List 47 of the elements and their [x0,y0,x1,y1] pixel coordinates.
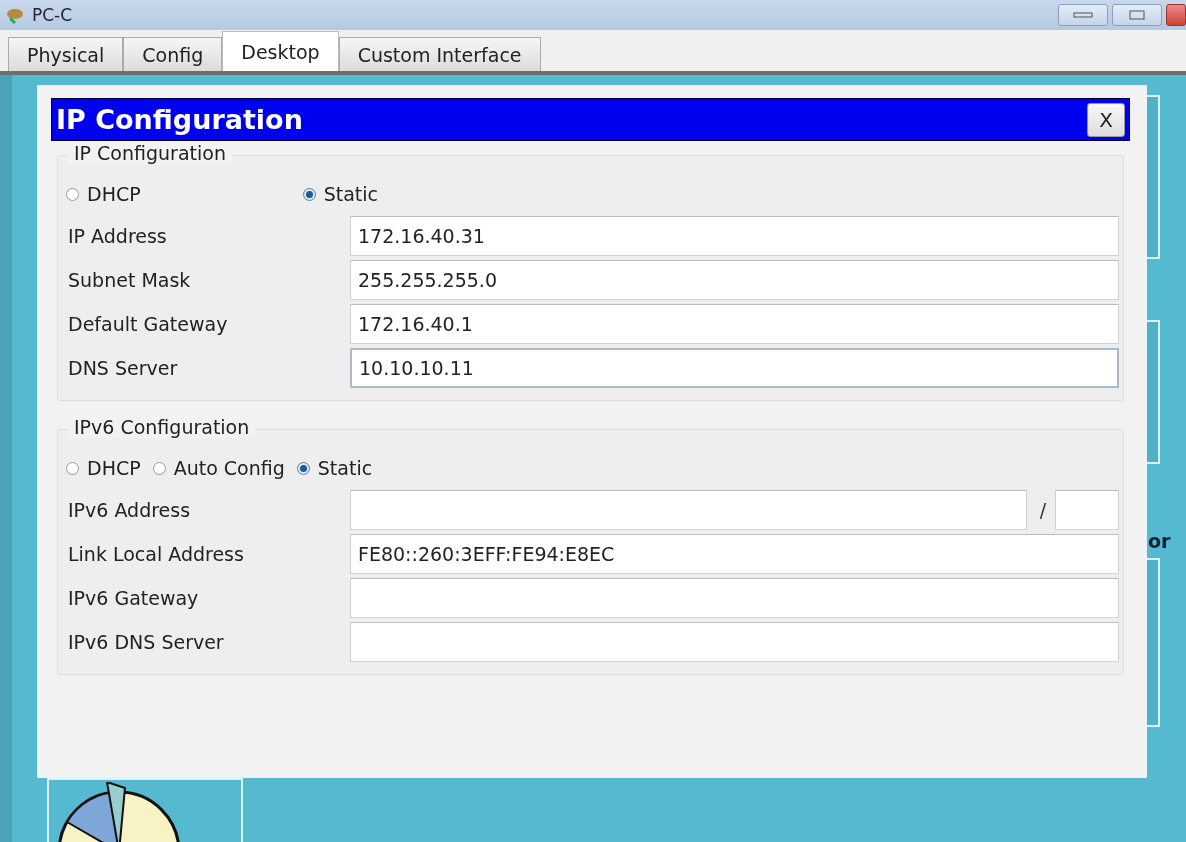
radio-label[interactable]: Static [323,183,378,205]
input-field[interactable] [350,578,1119,618]
input-field[interactable]: 172.16.40.1 [350,304,1119,344]
radio-label[interactable]: DHCP [87,183,141,205]
separator-label: / [1038,499,1048,521]
input-field[interactable]: 172.16.40.31 [350,216,1119,256]
input-field[interactable] [350,622,1119,662]
close-button[interactable]: X [1087,102,1125,137]
desktop-icon-tile[interactable] [1147,95,1160,259]
window-title: PC-C [32,5,73,25]
radio-button[interactable] [66,187,79,201]
field-label: IPv6 DNS Server [68,631,225,653]
group-legend: IPv6 Configuration [68,416,256,438]
field-label: IPv6 Gateway [68,587,200,609]
tab[interactable]: Desktop [222,31,339,71]
input-field[interactable]: FE80::260:3EFF:FE94:E8EC [350,534,1119,574]
radio-button[interactable] [66,461,79,475]
field-label: Default Gateway [68,313,229,335]
tab[interactable]: Config [123,37,223,71]
field-label: Link Local Address [68,543,245,565]
minimize-icon [1073,11,1093,19]
dialog-title: IP Configuration [56,104,304,135]
field-label: DNS Server [68,357,179,379]
input-field[interactable]: 10.10.10.11 [350,348,1119,388]
field-label: IPv6 Address [68,499,192,521]
input-field[interactable] [350,490,1027,530]
tab[interactable]: Custom Interface [338,37,541,71]
radio-button[interactable] [152,461,166,475]
icon-label: or [1148,530,1171,552]
prefix-field[interactable] [1055,490,1119,530]
field-label: Subnet Mask [68,269,192,291]
radio-button[interactable] [302,187,316,201]
pie-chart-icon [57,782,181,842]
field-label: IP Address [68,225,168,247]
desktop-icon-tile[interactable] [1147,320,1160,464]
desktop-icon-tile[interactable] [1147,558,1160,727]
maximize-button[interactable] [1112,4,1162,26]
radio-label[interactable]: Static [317,457,373,479]
radio-label[interactable]: Auto Config [173,457,285,479]
radio-label[interactable]: DHCP [87,457,141,479]
tab[interactable]: Physical [8,37,124,71]
minimize-button[interactable] [1058,4,1108,26]
group-legend: IP Configuration [68,142,232,164]
close-button[interactable] [1166,4,1186,26]
maximize-icon [1129,10,1145,20]
input-field[interactable]: 255.255.255.0 [350,260,1119,300]
radio-button[interactable] [296,461,310,475]
